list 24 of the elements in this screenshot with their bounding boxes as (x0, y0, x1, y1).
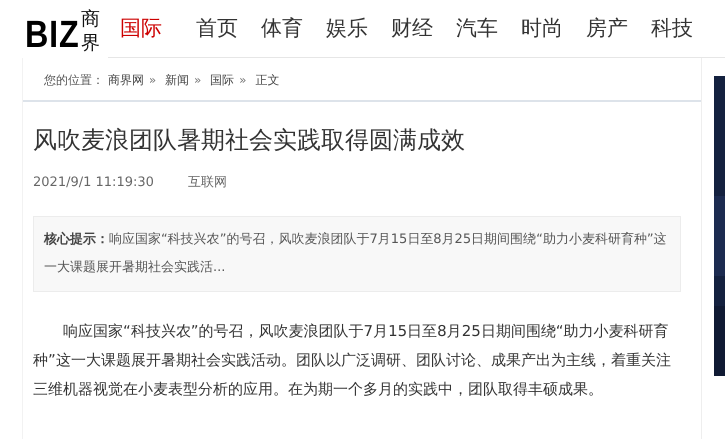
nav-link[interactable]: 房产 (576, 14, 638, 42)
nav-link[interactable]: 首页 (186, 14, 248, 42)
nav-link[interactable]: 娱乐 (316, 14, 378, 42)
nav-link[interactable]: 国际 (108, 14, 172, 42)
nav-link[interactable]: 汽车 (446, 14, 508, 42)
breadcrumb-separator: » (148, 73, 156, 87)
publish-date: 2021/9/1 11:19:30 (33, 175, 154, 190)
article-paragraph: 响应国家“科技兴农”的号召，风吹麦浪团队于7月15日至8月25日期间围绕“助力小麦科研育种”这一大课题展开暑期社会实践活动。团队以广泛调研、团队讨论、成果产出为主线，着重关注三维机器视觉在小麦表型分析的应用。在为期一个多月的实践中，团队取得丰硕成果。 (33, 321, 672, 400)
nav-link[interactable]: 财经 (381, 14, 443, 42)
article-title: 风吹麦浪团队暑期社会实践取得圆满成效 (33, 125, 466, 156)
breadcrumb-link[interactable]: 正文 (255, 73, 280, 87)
summary-text: 核心提示：响应国家“科技兴农”的号召，风吹麦浪团队于7月15日至8月25日期间围绕“助力小麦科研育种”这一大课题展开暑期社会实践活... (44, 230, 668, 277)
nav-link[interactable]: 时尚 (511, 14, 573, 42)
nav-link[interactable]: 体育 (251, 14, 313, 42)
breadcrumb-link[interactable]: 新闻 (165, 73, 189, 87)
article-source: 互联网 (188, 175, 228, 190)
breadcrumb-separator: » (239, 73, 247, 87)
nav-link[interactable]: 科技 (641, 14, 703, 42)
breadcrumb-separator: » (194, 73, 202, 87)
breadcrumb-label: 您的位置： (44, 73, 104, 87)
logo-name[interactable]: 商界 (81, 7, 108, 55)
breadcrumb-link[interactable]: 商界网 (108, 73, 144, 87)
logo-mark[interactable]: BIZ (25, 15, 80, 55)
breadcrumb-link[interactable]: 国际 (210, 73, 234, 87)
